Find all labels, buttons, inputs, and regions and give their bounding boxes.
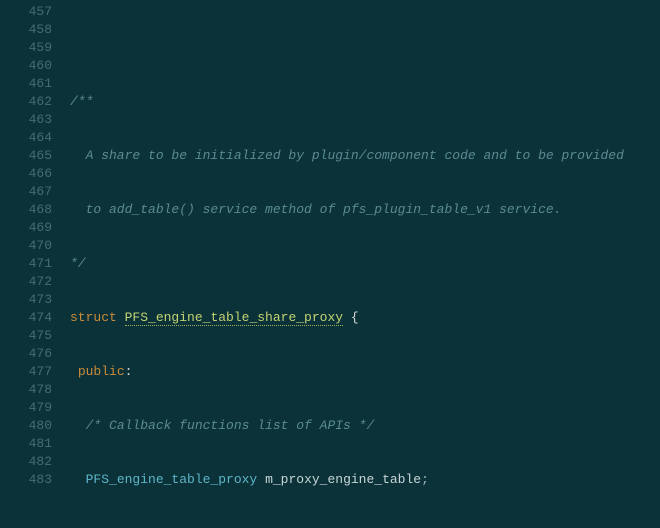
code-line[interactable]: [70, 39, 660, 57]
code-line[interactable]: to add_table() service method of pfs_plu…: [70, 201, 660, 219]
code-line[interactable]: A share to be initialized by plugin/comp…: [70, 147, 660, 165]
brace-open: {: [343, 310, 359, 325]
line-number: 482: [0, 453, 52, 471]
comment: /* Callback functions list of APIs */: [86, 418, 375, 433]
line-number: 467: [0, 183, 52, 201]
line-number: 460: [0, 57, 52, 75]
line-number: 471: [0, 255, 52, 273]
line-number: 480: [0, 417, 52, 435]
code-line[interactable]: /* Callback functions list of APIs */: [70, 417, 660, 435]
line-number: 461: [0, 75, 52, 93]
code-line[interactable]: public:: [70, 363, 660, 381]
line-number: 458: [0, 21, 52, 39]
line-number: 478: [0, 381, 52, 399]
code-editor[interactable]: 457 458 459 460 461 462 463 464 465 466 …: [0, 0, 660, 528]
line-number: 476: [0, 345, 52, 363]
code-line[interactable]: PFS_engine_table_proxy m_proxy_engine_ta…: [70, 471, 660, 489]
line-number: 462: [0, 93, 52, 111]
keyword-struct: struct: [70, 310, 117, 325]
line-number: 481: [0, 435, 52, 453]
code-line[interactable]: struct PFS_engine_table_share_proxy {: [70, 309, 660, 327]
line-number: 464: [0, 129, 52, 147]
line-number: 465: [0, 147, 52, 165]
code-line[interactable]: /**: [70, 93, 660, 111]
line-number: 472: [0, 273, 52, 291]
line-number: 477: [0, 363, 52, 381]
type-name: PFS_engine_table_proxy: [86, 472, 258, 487]
code-line[interactable]: */: [70, 255, 660, 273]
access-specifier: public: [78, 364, 125, 379]
comment: A share to be initialized by plugin/comp…: [70, 148, 624, 163]
line-number: 468: [0, 201, 52, 219]
line-number: 479: [0, 399, 52, 417]
line-number: 470: [0, 237, 52, 255]
semicolon: ;: [421, 472, 429, 487]
code-area[interactable]: /** A share to be initialized by plugin/…: [62, 0, 660, 528]
line-number-gutter: 457 458 459 460 461 462 463 464 465 466 …: [0, 0, 62, 528]
line-number: 469: [0, 219, 52, 237]
struct-name[interactable]: PFS_engine_table_share_proxy: [125, 310, 343, 326]
comment: */: [70, 256, 86, 271]
line-number: 475: [0, 327, 52, 345]
line-number: 483: [0, 471, 52, 489]
comment: to add_table() service method of pfs_plu…: [70, 202, 561, 217]
member-name: m_proxy_engine_table: [265, 472, 421, 487]
colon: :: [125, 364, 133, 379]
line-number: 463: [0, 111, 52, 129]
line-number: 466: [0, 165, 52, 183]
line-number: 474: [0, 309, 52, 327]
comment: /**: [70, 94, 93, 109]
line-number: 457: [0, 3, 52, 21]
line-number: 473: [0, 291, 52, 309]
line-number: 459: [0, 39, 52, 57]
